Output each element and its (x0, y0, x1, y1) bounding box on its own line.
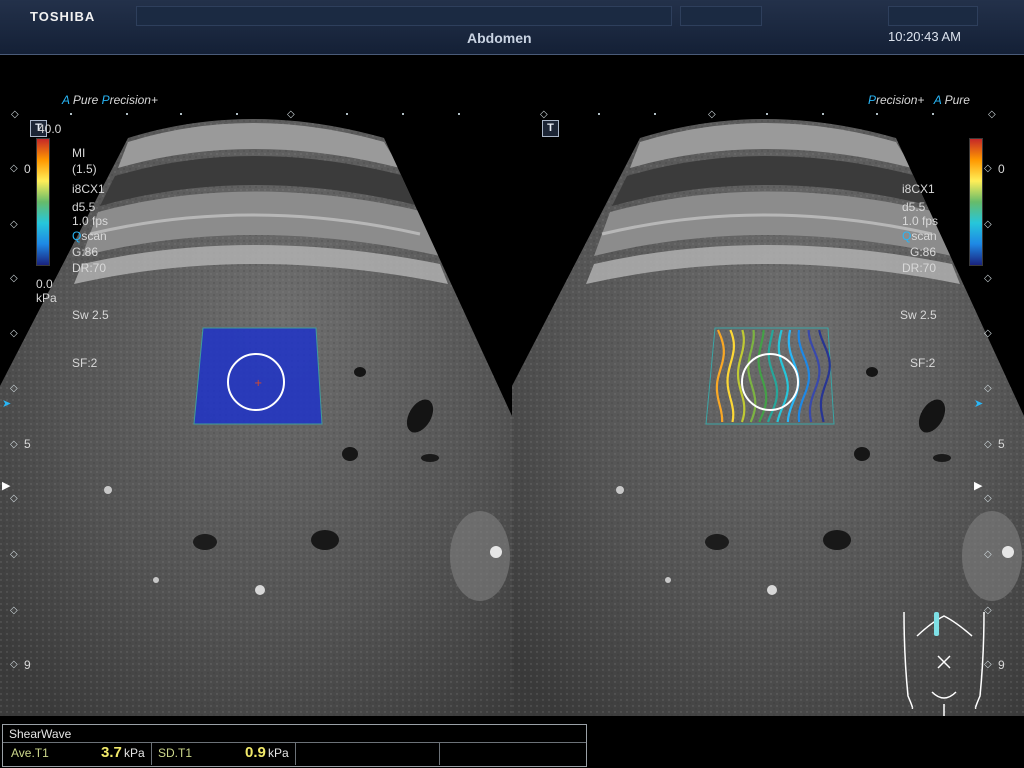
scale-min: 0.0 (36, 277, 53, 291)
wave-color-bar (969, 138, 983, 266)
depth-label-9: 9 (24, 658, 31, 672)
depth-marker: ◇ (984, 493, 992, 504)
focus-marker-icon: ➤ (974, 398, 984, 410)
param-qscan: Qscan (72, 229, 107, 243)
measurement-row: Ave.T1 3.7 kPa SD.T1 0.9 kPa (3, 742, 586, 765)
ave-unit: kPa (124, 746, 145, 760)
param-gain: G:86 (910, 245, 937, 259)
elastography-image-left[interactable]: + ◇ ◇ A Pure Precision+ T 40.0 0.0 kPa M… (0, 56, 512, 716)
scale-unit: kPa (36, 291, 57, 305)
depth-label-9: 9 (998, 658, 1005, 672)
header-field (136, 6, 672, 26)
scale-max: 40.0 (38, 122, 62, 136)
depth-label-0: 0 (24, 162, 31, 176)
sd-value: 0.9 (245, 744, 266, 761)
param-sw: Sw 2.5 (900, 308, 937, 322)
scale-dot (402, 113, 404, 115)
param-sf: SF:2 (910, 356, 936, 370)
scale-dot (822, 113, 824, 115)
depth-label-0: 0 (998, 162, 1005, 176)
diamond-marker: ◇ (11, 109, 19, 120)
depth-label-5: 5 (24, 437, 31, 451)
focus-marker-icon: ➤ (2, 398, 12, 410)
preset-label: Abdomen (467, 30, 532, 46)
ultrasound-image (512, 119, 1024, 716)
depth-label-5: 5 (998, 437, 1005, 451)
depth-marker: ◇ (984, 383, 992, 394)
param-probe: i8CX1 (72, 182, 105, 196)
depth-marker: ◇ (10, 219, 18, 230)
scale-dot (346, 113, 348, 115)
diamond-marker: ◇ (988, 109, 996, 120)
depth-marker: ◇ (984, 273, 992, 284)
divider (295, 743, 296, 765)
scale-dot (654, 113, 656, 115)
scale-dot (876, 113, 878, 115)
depth-marker: ◇ (10, 383, 18, 394)
param-mi: MI (72, 146, 86, 160)
clock: 10:20:43 AM (888, 29, 961, 44)
scale-dot (236, 113, 238, 115)
diamond-marker: ◇ (540, 109, 548, 120)
top-bar: TOSHIBA Abdomen 10:20:43 AM (0, 0, 1024, 55)
precision-apure-tag: Precision+ A Pure (868, 93, 970, 107)
scale-dot (180, 113, 182, 115)
scale-dot (126, 113, 128, 115)
param-dr: DR:70 (72, 261, 107, 275)
depth-marker: ◇ (10, 659, 18, 670)
depth-marker: ◇ (984, 659, 992, 670)
ave-label: Ave.T1 (11, 746, 49, 760)
t-button[interactable]: T (542, 120, 559, 137)
scale-dot (70, 113, 72, 115)
sd-unit: kPa (268, 746, 289, 760)
depth-marker: ◇ (984, 549, 992, 560)
param-gain: G:86 (72, 245, 99, 259)
divider (151, 743, 152, 765)
depth-marker: ◇ (10, 549, 18, 560)
depth-marker: ◇ (984, 439, 992, 450)
scale-dot (766, 113, 768, 115)
plus-icon: + (254, 378, 262, 389)
param-fps: 1.0 fps (72, 214, 109, 228)
param-depth: d5.5 (902, 200, 926, 214)
depth-marker: ◇ (984, 219, 992, 230)
apure-precision-tag: A Pure Precision+ (62, 93, 158, 107)
brand-logo: TOSHIBA (30, 9, 96, 24)
param-probe: i8CX1 (902, 182, 935, 196)
depth-marker: ◇ (10, 273, 18, 284)
divider (439, 743, 440, 765)
param-depth: d5.5 (72, 200, 96, 214)
probe-position-icon (934, 612, 939, 636)
scale-dot (598, 113, 600, 115)
focus-depth-icon: ▶ (2, 480, 11, 492)
depth-marker: ◇ (984, 163, 992, 174)
param-qscan: Qscan (902, 229, 937, 243)
param-fps: 1.0 fps (902, 214, 939, 228)
depth-marker: ◇ (10, 605, 18, 616)
focus-depth-icon: ▶ (974, 480, 983, 492)
scale-dot (458, 113, 460, 115)
diamond-marker: ◇ (287, 109, 295, 120)
depth-marker: ◇ (10, 163, 18, 174)
header-field (888, 6, 978, 26)
param-sf: SF:2 (72, 356, 98, 370)
depth-marker: ◇ (10, 328, 18, 339)
wave-propagation-image-right[interactable]: ◇ ◇ ◇ Precision+ A Pure T i8CX1 d5.5 1.0… (512, 56, 1024, 716)
header-field (680, 6, 762, 26)
depth-marker: ◇ (984, 328, 992, 339)
measurement-title: ShearWave (9, 727, 72, 741)
stiffness-color-bar (36, 138, 50, 266)
scale-dot (932, 113, 934, 115)
depth-marker: ◇ (10, 439, 18, 450)
sd-label: SD.T1 (158, 746, 193, 760)
diamond-marker: ◇ (708, 109, 716, 120)
param-mi-value: (1.5) (72, 162, 97, 176)
depth-marker: ◇ (984, 605, 992, 616)
param-sw: Sw 2.5 (72, 308, 109, 322)
shearwave-measurement-panel: ShearWave Ave.T1 3.7 kPa SD.T1 0.9 kPa (2, 724, 587, 767)
ave-value: 3.7 (101, 744, 122, 761)
depth-marker: ◇ (10, 493, 18, 504)
param-dr: DR:70 (902, 261, 937, 275)
